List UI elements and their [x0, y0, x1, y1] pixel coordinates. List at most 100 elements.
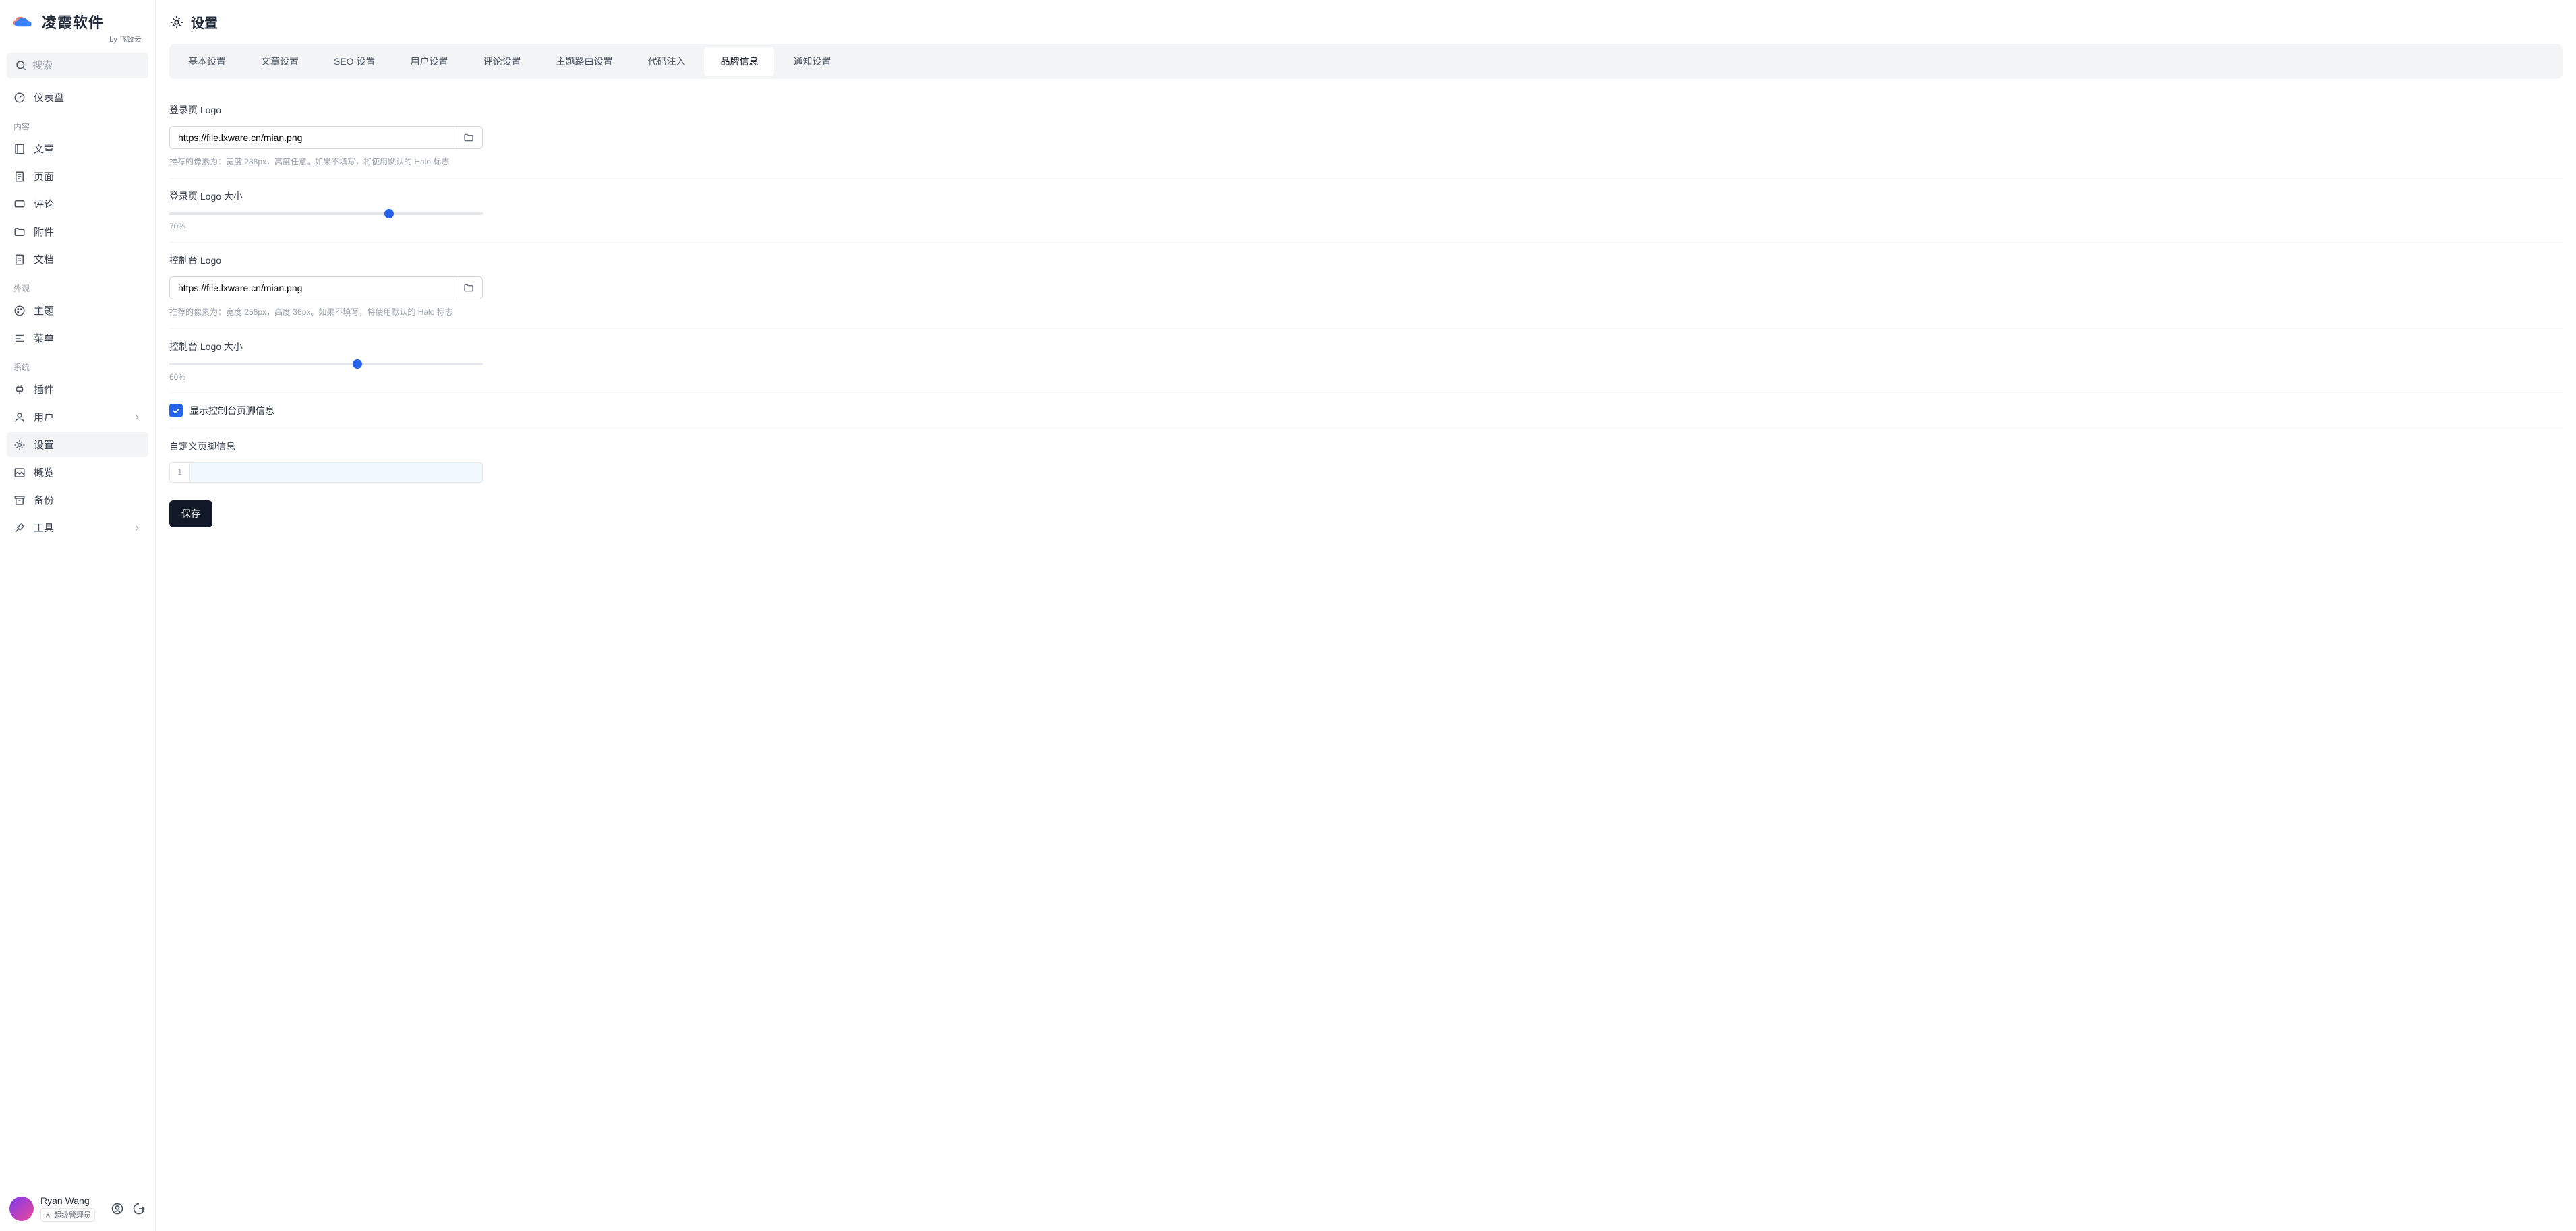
- label-login-logo: 登录页 Logo: [169, 103, 2563, 117]
- slider-value-login: 70%: [169, 222, 483, 231]
- tab-user[interactable]: 用户设置: [394, 47, 464, 76]
- sidebar-item-comments[interactable]: 评论: [7, 191, 148, 216]
- nav-label: 菜单: [34, 331, 54, 345]
- tab-notify[interactable]: 通知设置: [777, 47, 847, 76]
- browse-button-login-logo[interactable]: [455, 126, 483, 149]
- folder-icon: [463, 132, 474, 143]
- label-custom-footer: 自定义页脚信息: [169, 440, 2563, 453]
- sidebar-item-dashboard[interactable]: 仪表盘: [7, 85, 148, 110]
- code-line-number: 1: [170, 463, 190, 482]
- page-icon: [13, 171, 26, 183]
- nav-label: 工具: [34, 520, 54, 535]
- nav-label: 文章: [34, 142, 54, 156]
- logout-icon[interactable]: [132, 1202, 146, 1215]
- label-console-logo-size: 控制台 Logo 大小: [169, 340, 2563, 353]
- folder-icon: [13, 226, 26, 238]
- comment-icon: [13, 198, 26, 210]
- tab-basic[interactable]: 基本设置: [172, 47, 242, 76]
- field-login-logo: 登录页 Logo 推荐的像素为：宽度 288px，高度任意。如果不填写，将使用默…: [169, 92, 2563, 179]
- input-console-logo[interactable]: [169, 276, 455, 299]
- search-input[interactable]: [32, 60, 167, 71]
- nav-label: 评论: [34, 197, 54, 211]
- brand-logo[interactable]: 凌霞软件 by 飞致云: [7, 7, 148, 53]
- user-info: Ryan Wang 超级管理员: [40, 1195, 104, 1222]
- nav-label: 附件: [34, 224, 54, 239]
- image-icon: [13, 467, 26, 479]
- plug-icon: [13, 384, 26, 396]
- profile-icon[interactable]: [111, 1202, 124, 1215]
- check-icon: [171, 406, 181, 415]
- slider-login-logo-size[interactable]: [169, 212, 483, 215]
- avatar[interactable]: [9, 1197, 34, 1221]
- nav-label: 概览: [34, 465, 54, 479]
- gauge-icon: [13, 92, 26, 104]
- sidebar-item-users[interactable]: 用户: [7, 404, 148, 429]
- sidebar-item-tools[interactable]: 工具: [7, 515, 148, 540]
- palette-icon: [13, 305, 26, 317]
- sidebar-item-pages[interactable]: 页面: [7, 164, 148, 189]
- slider-console-logo-size[interactable]: [169, 363, 483, 365]
- sidebar-item-settings[interactable]: 设置: [7, 432, 148, 457]
- brand-name: 凌霞软件: [42, 11, 104, 32]
- chevron-right-icon: [132, 413, 142, 422]
- brand-sub: by 飞致云: [11, 34, 144, 44]
- sidebar-item-attachments[interactable]: 附件: [7, 219, 148, 244]
- browse-button-console-logo[interactable]: [455, 276, 483, 299]
- sidebar-item-plugins[interactable]: 插件: [7, 377, 148, 402]
- tab-comment[interactable]: 评论设置: [467, 47, 537, 76]
- nav-label: 文档: [34, 252, 54, 266]
- sidebar: 凌霞软件 by 飞致云 ⌘+K 仪表盘 内容 文章 页面: [0, 0, 155, 1231]
- sidebar-item-docs[interactable]: 文档: [7, 247, 148, 272]
- label-login-logo-size: 登录页 Logo 大小: [169, 189, 2563, 203]
- checkbox-show-footer[interactable]: [169, 404, 183, 417]
- field-show-footer: 显示控制台页脚信息: [169, 393, 2563, 429]
- user-footer: Ryan Wang 超级管理员: [7, 1189, 148, 1224]
- page-header: 设置: [156, 0, 2576, 44]
- field-console-logo: 控制台 Logo 推荐的像素为：宽度 256px，高度 36px。如果不填写，将…: [169, 243, 2563, 329]
- code-content[interactable]: [190, 463, 482, 482]
- user-icon: [13, 411, 26, 423]
- sidebar-item-posts[interactable]: 文章: [7, 136, 148, 161]
- gear-icon: [169, 15, 184, 30]
- sidebar-item-menus[interactable]: 菜单: [7, 326, 148, 351]
- slider-value-console: 60%: [169, 372, 483, 382]
- nav-label: 设置: [34, 438, 54, 452]
- cloud-logo-icon: [11, 13, 35, 30]
- save-button[interactable]: 保存: [169, 500, 212, 527]
- tools-icon: [13, 522, 26, 534]
- sidebar-item-backup[interactable]: 备份: [7, 487, 148, 512]
- tab-route[interactable]: 主题路由设置: [539, 47, 628, 76]
- user-name: Ryan Wang: [40, 1195, 104, 1206]
- sidebar-item-overview[interactable]: 概览: [7, 460, 148, 485]
- label-console-logo: 控制台 Logo: [169, 253, 2563, 267]
- folder-icon: [463, 282, 474, 293]
- nav-label: 仪表盘: [34, 90, 64, 104]
- input-login-logo[interactable]: [169, 126, 455, 149]
- tabs: 基本设置 文章设置 SEO 设置 用户设置 评论设置 主题路由设置 代码注入 品…: [169, 44, 2563, 79]
- nav-label: 页面: [34, 169, 54, 183]
- user-role-badge: 超级管理员: [40, 1208, 95, 1222]
- search-icon: [15, 59, 27, 71]
- settings-form: 登录页 Logo 推荐的像素为：宽度 288px，高度任意。如果不填写，将使用默…: [156, 79, 2576, 541]
- slider-thumb[interactable]: [353, 359, 362, 369]
- field-console-logo-size: 控制台 Logo 大小 60%: [169, 329, 2563, 393]
- nav-section-system: 系统: [7, 353, 148, 377]
- list-icon: [13, 332, 26, 344]
- doc-icon: [13, 253, 26, 266]
- tab-brand[interactable]: 品牌信息: [704, 47, 774, 76]
- nav-section-content: 内容: [7, 113, 148, 136]
- tab-post[interactable]: 文章设置: [245, 47, 315, 76]
- tab-seo[interactable]: SEO 设置: [318, 47, 391, 76]
- page-title: 设置: [191, 12, 218, 32]
- sidebar-item-themes[interactable]: 主题: [7, 298, 148, 323]
- nav-label: 用户: [34, 410, 54, 424]
- nav-label: 备份: [34, 493, 54, 507]
- nav-section-appearance: 外观: [7, 274, 148, 298]
- code-editor-footer[interactable]: 1: [169, 462, 483, 483]
- search-box[interactable]: ⌘+K: [7, 53, 148, 78]
- tab-code[interactable]: 代码注入: [631, 47, 701, 76]
- help-login-logo: 推荐的像素为：宽度 288px，高度任意。如果不填写，将使用默认的 Halo 标…: [169, 156, 2563, 167]
- slider-thumb[interactable]: [384, 209, 394, 218]
- chevron-right-icon: [132, 523, 142, 533]
- person-icon: [45, 1211, 51, 1218]
